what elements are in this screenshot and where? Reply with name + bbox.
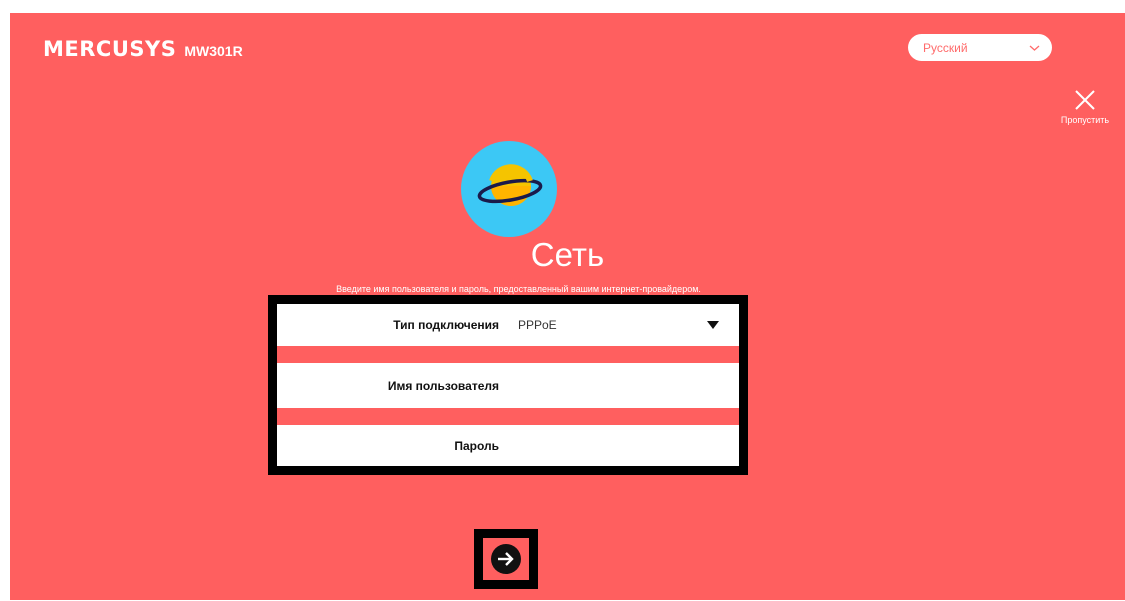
connection-type-row[interactable]: Тип подключения PPPoE	[277, 304, 739, 346]
password-label: Пароль	[454, 438, 499, 453]
planet-icon	[461, 141, 557, 237]
username-label: Имя пользователя	[387, 378, 499, 393]
language-select[interactable]: Русский	[908, 34, 1052, 61]
arrow-right-icon	[491, 544, 521, 574]
connection-type-label: Тип подключения	[393, 318, 499, 332]
language-value: Русский	[923, 40, 968, 55]
credentials-form: Тип подключения PPPoE Имя пользователя П…	[268, 295, 748, 475]
username-input[interactable]	[509, 363, 719, 408]
password-row: Пароль	[277, 425, 739, 466]
page-subtitle: Введите имя пользователя и пароль, предо…	[336, 284, 701, 294]
connection-type-value[interactable]: PPPoE	[518, 318, 557, 332]
page-title: Сеть	[530, 236, 605, 273]
brand-header: MERCUSYS MW301R	[43, 37, 243, 61]
setup-page: MERCUSYS MW301R Русский Пропустить Сеть …	[10, 13, 1125, 600]
skip-label: Пропустить	[1060, 115, 1110, 125]
password-input[interactable]	[509, 425, 719, 466]
username-row: Имя пользователя	[277, 363, 739, 408]
caret-down-icon[interactable]	[707, 321, 719, 329]
model-name: MW301R	[184, 43, 243, 59]
brand-logo: MERCUSYS	[43, 37, 177, 61]
next-button[interactable]	[483, 538, 529, 580]
chevron-down-icon	[1029, 45, 1040, 51]
next-button-frame	[474, 529, 538, 589]
close-icon	[1075, 90, 1095, 110]
skip-button[interactable]: Пропустить	[1045, 89, 1125, 125]
